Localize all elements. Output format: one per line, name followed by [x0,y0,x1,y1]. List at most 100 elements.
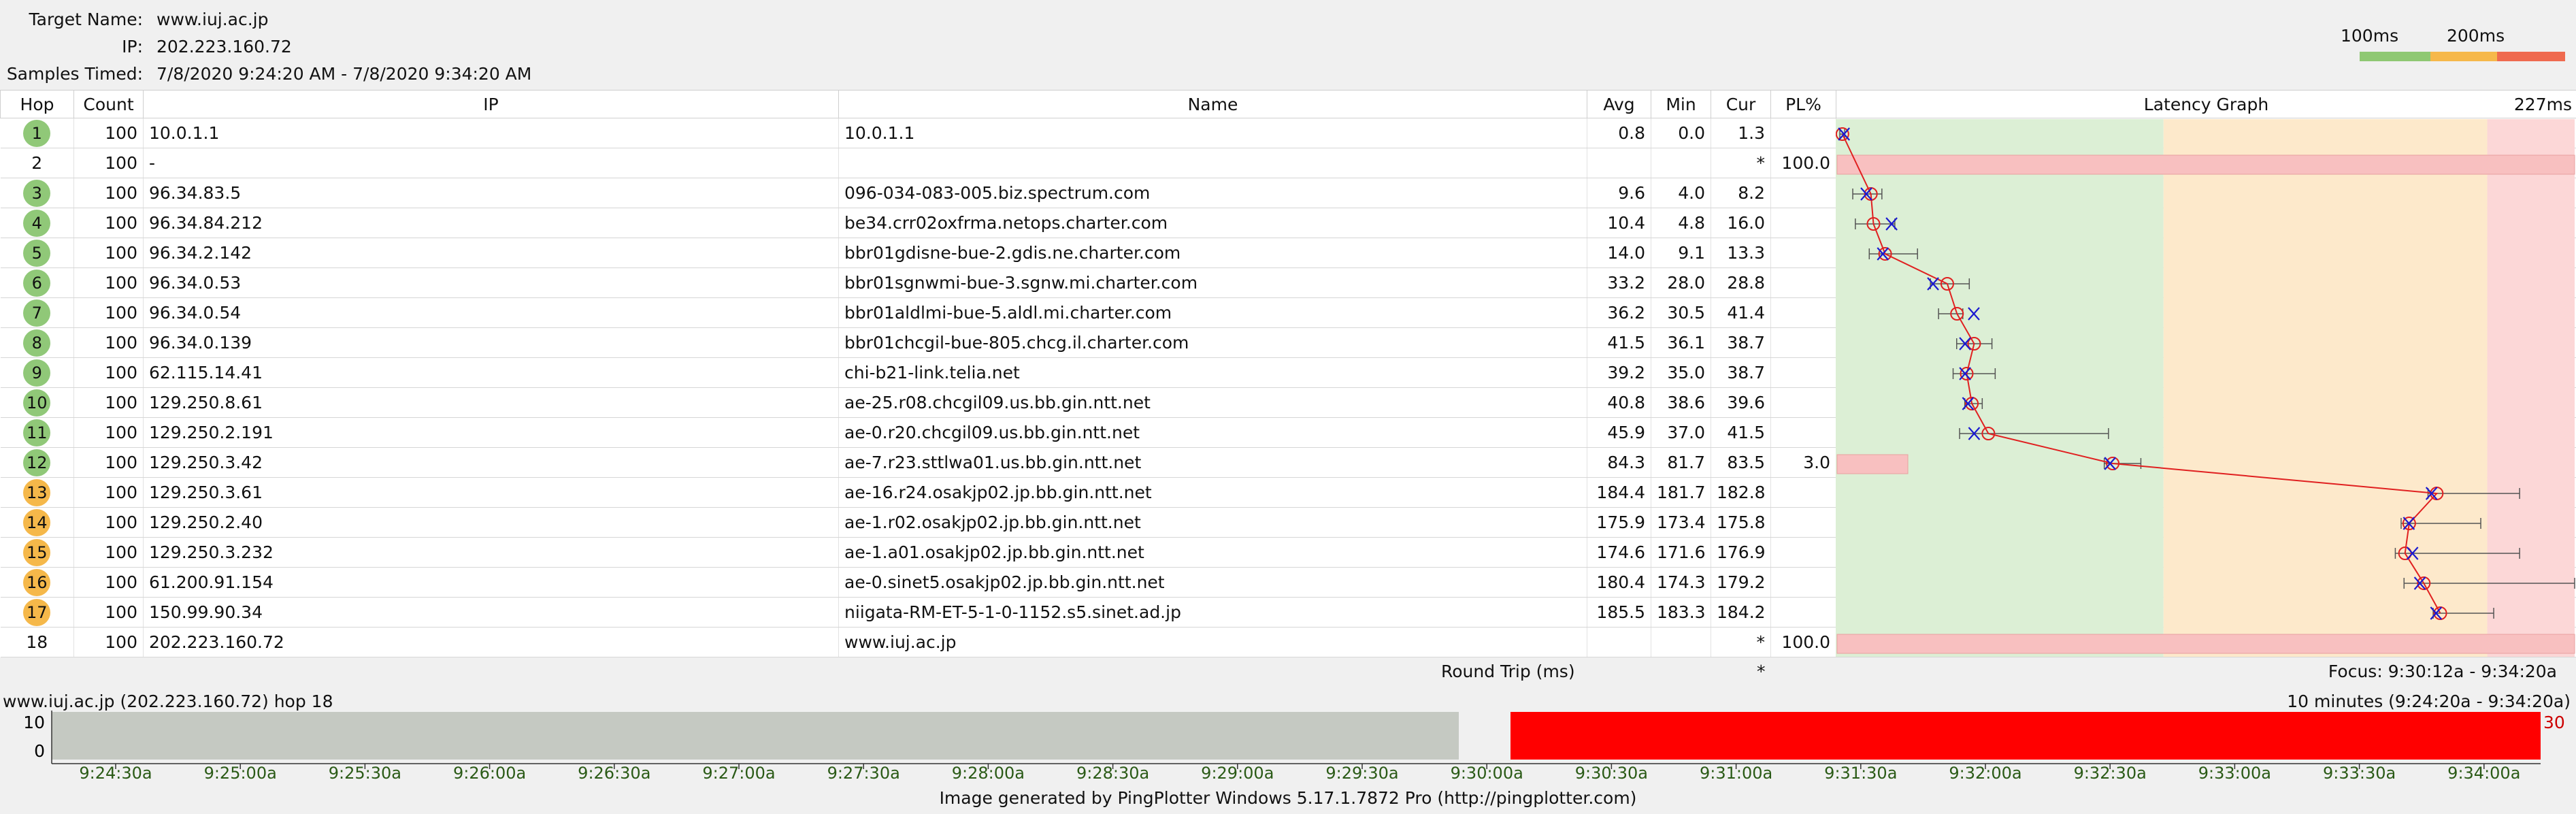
ip-cell: 96.34.84.212 [143,208,839,238]
ip-cell: 129.250.3.42 [143,447,839,478]
cur-cell: 16.0 [1711,208,1771,238]
pl-cell [1770,417,1836,448]
timeline-tick-label: 9:26:30a [578,764,650,783]
col-latency-graph[interactable]: Latency Graph 227ms [1836,90,2576,118]
timeline-range: 10 minutes (9:24:20a - 9:34:20a) [2287,691,2571,711]
hop-cell: 3 [0,178,74,208]
timeline-y-bottom: 0 [34,741,45,761]
cur-cell: 184.2 [1711,597,1771,628]
focus-range: Focus: 9:30:12a - 9:34:20a [2328,662,2557,681]
hop-number: 10 [23,389,51,417]
hop-number: 1 [23,119,51,147]
pl-cell [1770,297,1836,328]
name-cell: ae-0.sinet5.osakjp02.jp.bb.gin.ntt.net [838,567,1587,598]
ip-cell: 129.250.2.191 [143,417,839,448]
timeline-tick-label: 9:34:00a [2447,764,2520,783]
timeline-right-value: 30 [2543,713,2565,732]
hop-cell: 12 [0,447,74,478]
timeline-tick-label: 9:28:30a [1076,764,1149,783]
name-cell: be34.crr02oxfrma.netops.charter.com [838,208,1587,238]
cur-cell: 13.3 [1711,238,1771,268]
cur-cell: 83.5 [1711,447,1771,478]
min-cell: 37.0 [1651,417,1711,448]
min-cell: 36.1 [1651,327,1711,358]
col-ip[interactable]: IP [143,90,839,118]
cur-cell: 8.2 [1711,178,1771,208]
col-cur[interactable]: Cur [1711,90,1771,118]
name-cell: ae-25.r08.chcgil09.us.bb.gin.ntt.net [838,387,1587,418]
col-name[interactable]: Name [838,90,1587,118]
scale-green [2360,52,2430,61]
pl-cell: 3.0 [1770,447,1836,478]
count-cell: 100 [73,597,144,628]
avg-cell: 84.3 [1587,447,1651,478]
timeline-tick-label: 9:30:30a [1575,764,1648,783]
timeline-tick-label: 9:32:00a [1949,764,2021,783]
count-cell: 100 [73,178,144,208]
cur-cell: 41.5 [1711,417,1771,448]
timeline-tick-label: 9:31:30a [1824,764,1897,783]
col-pl[interactable]: PL% [1770,90,1836,118]
ip-cell: 96.34.0.139 [143,327,839,358]
pl-cell [1770,537,1836,568]
name-cell: ae-7.r23.sttlwa01.us.bb.gin.ntt.net [838,447,1587,478]
hop-cell: 14 [0,507,74,538]
col-hop[interactable]: Hop [0,90,74,118]
min-cell: 35.0 [1651,357,1711,388]
name-cell: ae-16.r24.osakjp02.jp.bb.gin.ntt.net [838,477,1587,508]
name-cell: www.iuj.ac.jp [838,627,1587,657]
count-cell: 100 [73,118,144,148]
min-cell [1651,627,1711,657]
hop-number: 5 [23,239,51,267]
roundtrip-cur: * [1757,662,1766,681]
pl-cell [1770,178,1836,208]
count-cell: 100 [73,208,144,238]
timeline-tick-label: 9:29:30a [1325,764,1398,783]
avg-cell: 33.2 [1587,267,1651,298]
cur-cell: 176.9 [1711,537,1771,568]
footer-credit: Image generated by PingPlotter Windows 5… [939,788,1637,808]
min-cell: 174.3 [1651,567,1711,598]
count-cell: 100 [73,387,144,418]
min-cell: 81.7 [1651,447,1711,478]
min-cell: 38.6 [1651,387,1711,418]
timeline-tick-label: 9:29:00a [1201,764,1274,783]
avg-cell: 41.5 [1587,327,1651,358]
packet-loss-bar [1836,154,2575,175]
name-cell: 096-034-083-005.biz.spectrum.com [838,178,1587,208]
latency-graph-title: Latency Graph [2143,94,2269,114]
latency-graph [1836,119,2575,657]
timeline-tick-label: 9:31:00a [1700,764,1772,783]
hop-cell: 9 [0,357,74,388]
hop-number: 8 [23,329,51,357]
count-cell: 100 [73,267,144,298]
col-avg[interactable]: Avg [1587,90,1651,118]
cur-cell: 28.8 [1711,267,1771,298]
avg-cell: 39.2 [1587,357,1651,388]
hop-number: 16 [23,568,51,596]
ip-cell: 96.34.0.54 [143,297,839,328]
timeline-tick-label: 9:26:00a [453,764,526,783]
scale-200ms-label: 200ms [2447,26,2505,46]
count-cell: 100 [73,567,144,598]
samples-label: Samples Timed: [6,64,143,84]
col-min[interactable]: Min [1651,90,1711,118]
cur-cell: 175.8 [1711,507,1771,538]
ip-cell: 96.34.2.142 [143,238,839,268]
hop-number: 6 [23,269,51,297]
target-name-value: www.iuj.ac.jp [156,10,269,29]
ip-label: IP: [122,37,143,56]
timeline-tick-label: 9:25:30a [329,764,401,783]
col-count[interactable]: Count [73,90,144,118]
hop-cell: 18 [0,627,74,657]
cur-cell: 179.2 [1711,567,1771,598]
hop-number: 4 [23,209,51,237]
timeline-chart[interactable]: 10 0 30 9:24:30a 9:25:00a 9:25:30a 9:26:00a 9:2… [0,711,2576,785]
avg-cell: 45.9 [1587,417,1651,448]
hop-number: 12 [23,449,51,476]
count-cell: 100 [73,357,144,388]
count-cell: 100 [73,447,144,478]
pl-cell [1770,208,1836,238]
pl-cell [1770,387,1836,418]
timeline-tick-label: 9:25:00a [204,764,277,783]
